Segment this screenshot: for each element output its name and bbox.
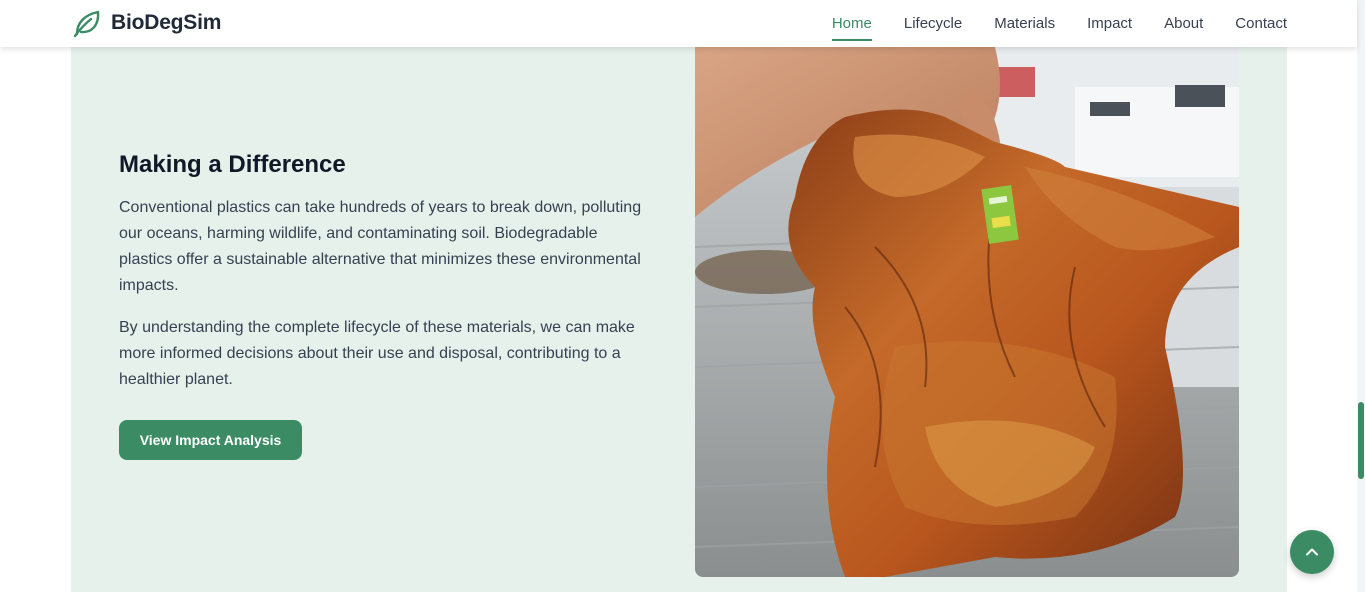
page-scrollbar[interactable] <box>1357 0 1365 592</box>
nav-lifecycle[interactable]: Lifecycle <box>904 14 962 34</box>
nav-home[interactable]: Home <box>831 14 872 41</box>
leaf-icon <box>73 10 100 38</box>
section-heading: Making a Difference <box>119 151 346 178</box>
nav-contact[interactable]: Contact <box>1235 14 1287 34</box>
brand-name: BioDegSim <box>111 11 222 34</box>
section-paragraph-2: By understanding the complete lifecycle … <box>119 319 635 388</box>
chevron-up-icon <box>1306 548 1318 556</box>
scroll-to-top-button[interactable] <box>1290 530 1334 574</box>
making-a-difference-section: Making a Difference Conventional plastic… <box>71 47 1287 592</box>
main-nav: Home Lifecycle Materials Impact About Co… <box>800 0 1287 47</box>
scrollbar-thumb[interactable] <box>1358 402 1364 479</box>
brand[interactable]: BioDegSim <box>71 7 221 39</box>
biodegraded-bag-photo <box>695 47 1239 577</box>
nav-impact[interactable]: Impact <box>1087 14 1132 34</box>
view-impact-analysis-button[interactable]: View Impact Analysis <box>119 420 302 460</box>
nav-about[interactable]: About <box>1164 14 1203 34</box>
section-paragraph-1: Conventional plastics can take hundreds … <box>119 199 642 294</box>
nav-materials[interactable]: Materials <box>994 14 1055 34</box>
section-text: Making a Difference Conventional plastic… <box>119 149 649 393</box>
navbar: BioDegSim Home Lifecycle Materials Impac… <box>0 0 1357 47</box>
